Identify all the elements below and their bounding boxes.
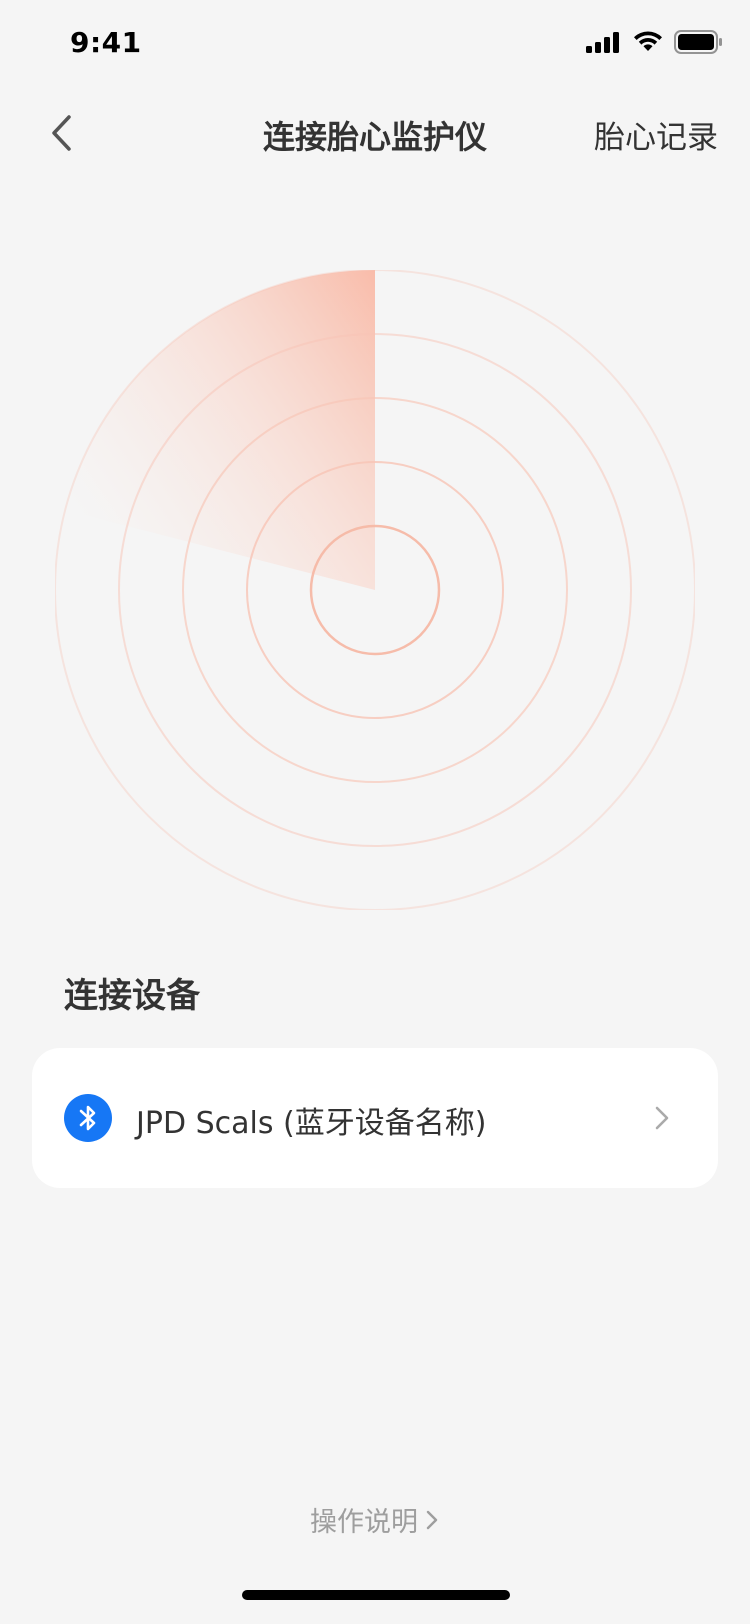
home-indicator: [242, 1590, 510, 1600]
section-title: 连接设备: [64, 976, 200, 1016]
radar-scan-graphic: [55, 270, 695, 910]
status-bar: 9:41: [0, 0, 750, 90]
wifi-icon: [634, 31, 662, 51]
device-name: JPD Scals (蓝牙设备名称): [136, 1106, 487, 1141]
heart-record-link[interactable]: 胎心记录: [594, 112, 718, 157]
help-link-label: 操作说明: [310, 1507, 418, 1538]
status-time: 9:41: [70, 26, 142, 59]
chevron-right-icon: [655, 1106, 669, 1130]
battery-icon: [674, 30, 722, 54]
nav-bar: 连接胎心监护仪 胎心记录: [0, 90, 750, 178]
signal-icon: [586, 32, 619, 53]
help-link[interactable]: 操作说明: [0, 1500, 750, 1539]
device-list-item[interactable]: JPD Scals (蓝牙设备名称): [32, 1048, 718, 1188]
status-icons: [586, 30, 722, 54]
radar-sweep: [65, 270, 375, 590]
chevron-right-icon: [426, 1510, 438, 1529]
screen: 9:41 连接胎心监护仪 胎心记录 连接设备 JPD Scals (蓝牙设备名称…: [0, 0, 750, 1624]
bluetooth-icon: [64, 1094, 112, 1142]
